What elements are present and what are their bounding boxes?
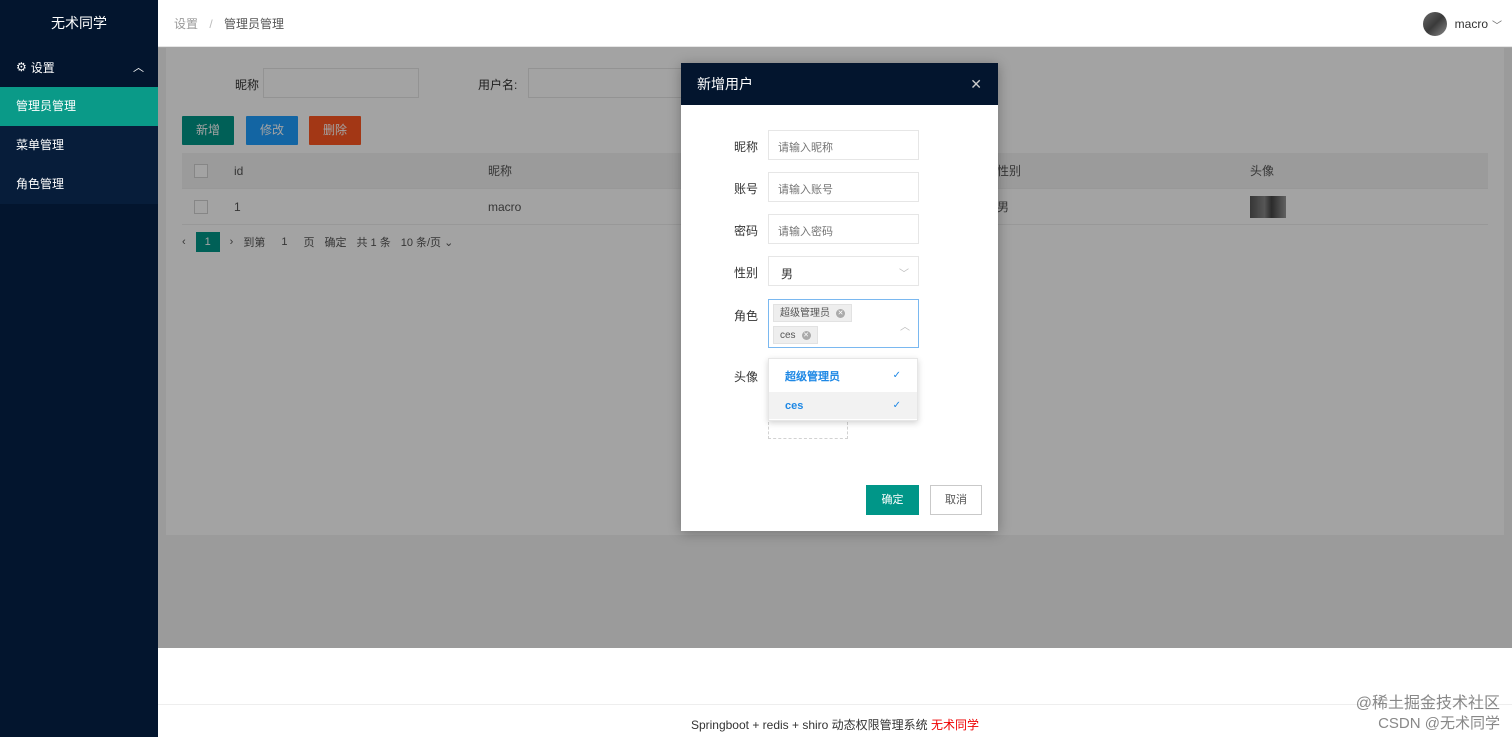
check-icon: ✓	[892, 400, 901, 411]
role-tag-label: 超级管理员	[780, 307, 830, 319]
role-tag: ces ✕	[773, 326, 818, 344]
role-tag-label: ces	[780, 329, 796, 341]
sidebar: 无术同学 ⚙ 设置 ︿ 管理员管理 菜单管理 角色管理	[0, 0, 158, 737]
role-option-label: ces	[785, 399, 804, 412]
sidebar-item-menu[interactable]: 菜单管理	[0, 126, 158, 165]
role-label: 角色	[734, 309, 759, 323]
watermark-line1: @稀土掘金技术社区	[1355, 695, 1500, 712]
user-menu[interactable]: macro ﹀	[1422, 12, 1502, 36]
footer-divider	[158, 704, 1512, 705]
add-user-dialog: 新增用户 ✕ 昵称 请输入昵称 账号 请输入账号 密码 请输入密码 性别 男 ﹀…	[681, 63, 998, 531]
role-tag: 超级管理员 ✕	[773, 304, 852, 322]
nickname-placeholder: 请输入昵称	[778, 142, 833, 154]
account-placeholder: 请输入账号	[778, 184, 833, 196]
watermark: @稀土掘金技术社区 CSDN @无术同学	[1356, 694, 1500, 734]
nickname-field[interactable]: 请输入昵称	[768, 130, 919, 160]
sidebar-group-settings[interactable]: ⚙ 设置 ︿	[0, 47, 158, 87]
password-label: 密码	[734, 224, 759, 238]
password-field[interactable]: 请输入密码	[768, 214, 919, 244]
chevron-up-icon: ︿	[133, 62, 144, 74]
footer: Springboot + redis + shiro 动态权限管理系统 无术同学	[158, 648, 1512, 737]
breadcrumb-item-settings[interactable]: 设置	[174, 17, 198, 31]
brand-title: 无术同学	[51, 15, 107, 31]
role-multiselect[interactable]: 超级管理员 ✕ ces ✕ ︿	[768, 299, 919, 348]
close-icon[interactable]: ✕	[970, 77, 982, 91]
footer-author: 无术同学	[931, 718, 980, 732]
check-icon: ✓	[892, 370, 901, 381]
gear-icon: ⚙	[16, 60, 27, 74]
watermark-line2: CSDN @无术同学	[1378, 715, 1500, 732]
avatar-label: 头像	[734, 370, 759, 384]
role-dropdown-menu: 超级管理员 ✓ ces ✓	[768, 358, 918, 421]
footer-system-name: Springboot + redis + shiro 动态权限管理系统	[690, 718, 928, 732]
remove-tag-icon[interactable]: ✕	[836, 308, 845, 318]
top-header: 设置 / 管理员管理 macro ﹀	[158, 0, 1512, 47]
chevron-down-icon: ﹀	[1492, 20, 1502, 32]
nickname-label: 昵称	[734, 140, 759, 154]
chevron-down-icon: ﹀	[899, 269, 909, 280]
dialog-header: 新增用户	[681, 63, 998, 105]
role-option[interactable]: 超级管理员 ✓	[769, 362, 917, 389]
footer-text: Springboot + redis + shiro 动态权限管理系统 无术同学	[158, 716, 1512, 733]
password-placeholder: 请输入密码	[778, 226, 833, 238]
account-field[interactable]: 请输入账号	[768, 172, 919, 202]
breadcrumb-item-current: 管理员管理	[224, 16, 285, 31]
sidebar-item-role[interactable]: 角色管理	[0, 165, 158, 204]
role-option-label: 超级管理员	[785, 370, 840, 383]
sidebar-item-admin[interactable]: 管理员管理	[0, 87, 158, 126]
chevron-up-icon: ︿	[900, 322, 910, 333]
gender-value: 男	[781, 267, 794, 281]
gender-select[interactable]: 男 ﹀	[768, 256, 919, 286]
account-label: 账号	[734, 182, 759, 196]
avatar	[1422, 12, 1447, 36]
breadcrumb: 设置 / 管理员管理	[174, 15, 284, 32]
role-option[interactable]: ces ✓	[769, 392, 917, 419]
remove-tag-icon[interactable]: ✕	[801, 330, 811, 340]
user-name: macro	[1454, 17, 1488, 31]
breadcrumb-separator: /	[209, 16, 213, 31]
sidebar-group-label: 设置	[30, 60, 55, 75]
gender-label: 性别	[734, 266, 759, 280]
confirm-button[interactable]: 确定	[866, 485, 919, 515]
dialog-title: 新增用户	[697, 76, 753, 92]
cancel-button[interactable]: 取消	[930, 485, 982, 515]
